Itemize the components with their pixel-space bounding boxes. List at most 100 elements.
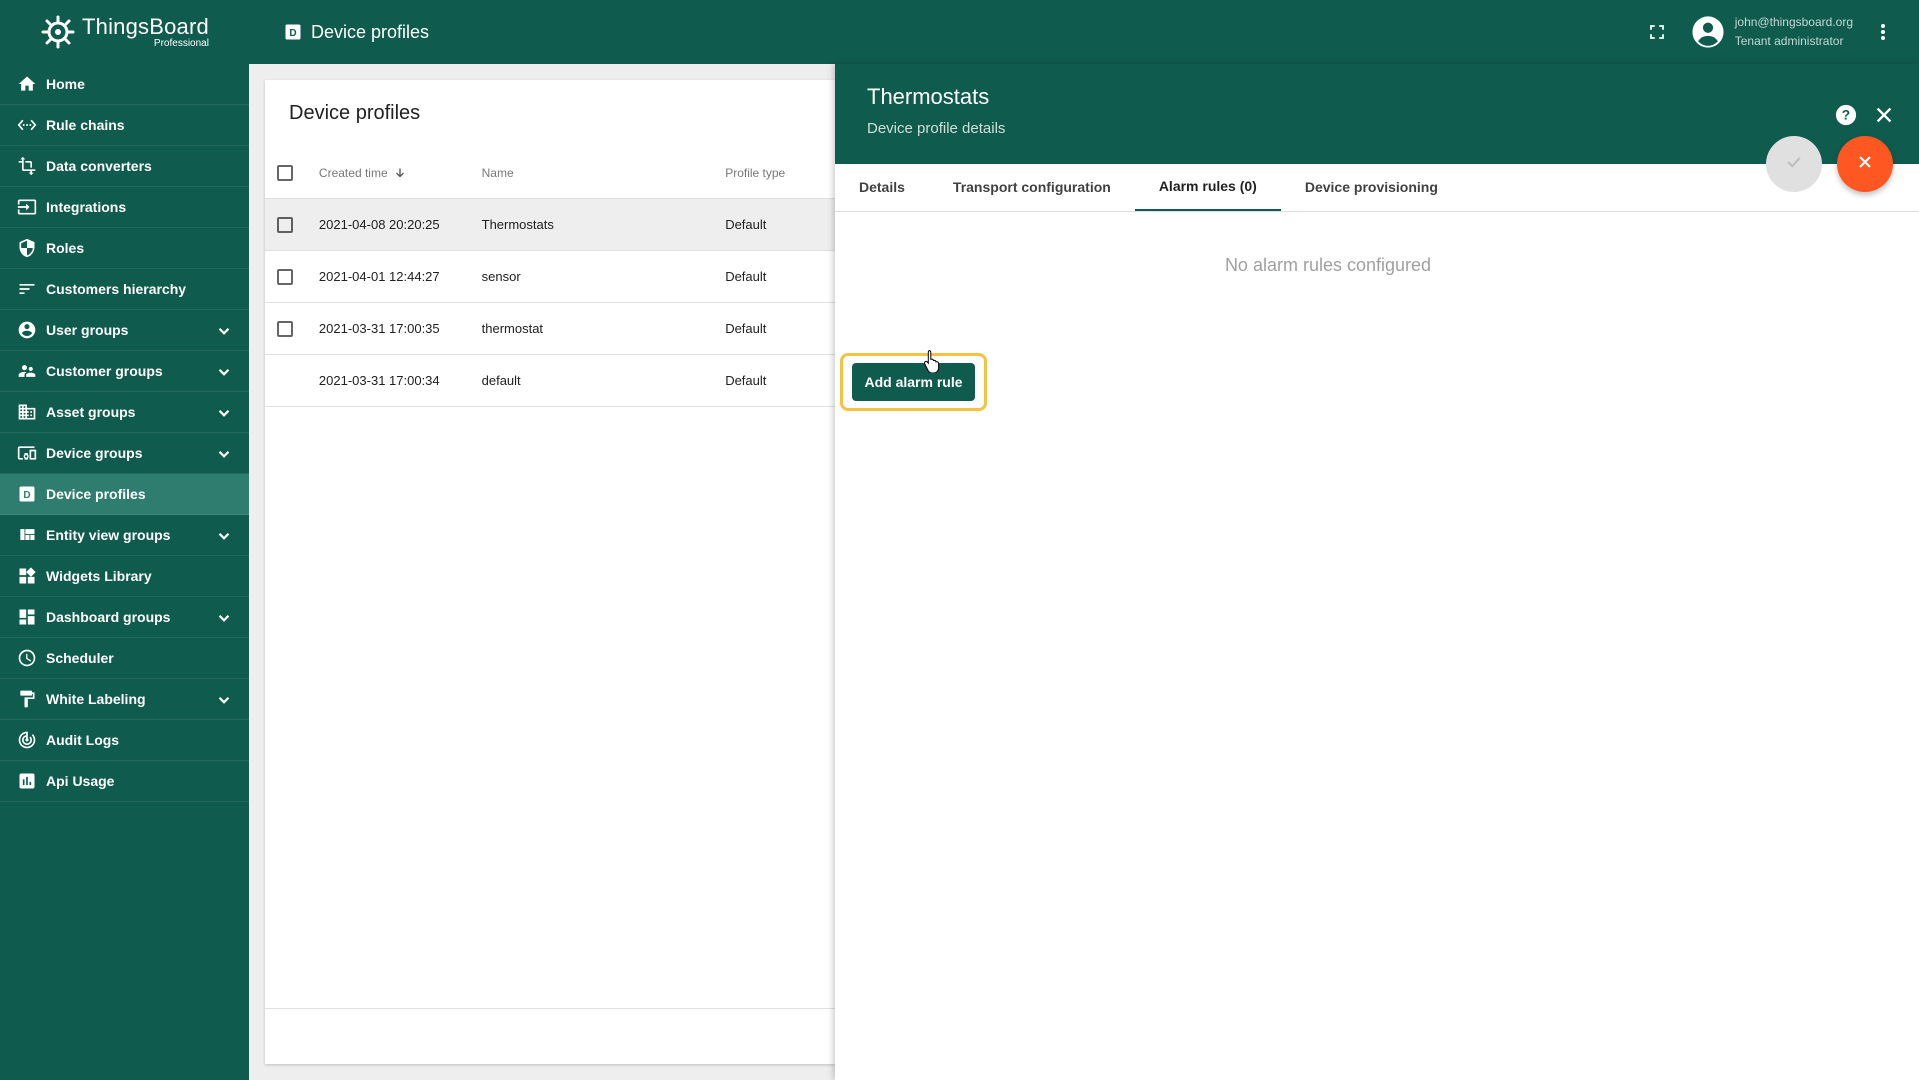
sidebar: ThingsBoard Professional Home Rule chains… [0, 0, 249, 1080]
chevron-down-icon[interactable] [215, 527, 233, 545]
sidebar-item-device-groups[interactable]: Device groups [0, 433, 249, 474]
sidebar-item-user-groups[interactable]: User groups [0, 310, 249, 351]
details-subtitle: Device profile details [867, 120, 1006, 137]
add-alarm-rule-button[interactable]: Add alarm rule [852, 363, 975, 401]
sidebar-menu: Home Rule chains Data converters Integratio… [0, 64, 249, 802]
sidebar-item-entity-view-groups[interactable]: Entity view groups [0, 515, 249, 556]
sort-icon [16, 278, 38, 300]
column-profile-type[interactable]: Profile type [725, 166, 835, 180]
sidebar-item-roles[interactable]: Roles [0, 228, 249, 269]
sidebar-item-label: Roles [46, 240, 85, 256]
chevron-down-icon[interactable] [215, 404, 233, 422]
sidebar-item-data-converters[interactable]: Data converters [0, 146, 249, 187]
table-header: Created time Name Profile type [265, 148, 835, 199]
sidebar-item-customers-hierarchy[interactable]: Customers hierarchy [0, 269, 249, 310]
table-row[interactable]: 2021-03-31 17:00:35 thermostat Default [265, 303, 835, 355]
sidebar-item-label: Integrations [46, 199, 127, 215]
user-role: Tenant administrator [1734, 34, 1844, 48]
security-icon [16, 237, 38, 259]
device-profiles-list: Device profiles Created time Name Profil… [265, 80, 835, 1064]
chevron-down-icon[interactable] [215, 609, 233, 627]
svg-text:?: ? [1842, 108, 1850, 123]
table-row[interactable]: 2021-04-01 12:44:27 sensor Default [265, 251, 835, 303]
fullscreen-icon[interactable] [1645, 20, 1669, 44]
chevron-down-icon[interactable] [215, 363, 233, 381]
row-checkbox[interactable] [277, 268, 293, 285]
details-tabs: Details Transport configuration Alarm rule… [835, 164, 1919, 212]
cell-created-time: 2021-04-08 20:20:25 [318, 217, 440, 232]
sidebar-item-device-profiles[interactable]: D Device profiles [0, 474, 249, 515]
format-paint-icon [16, 688, 38, 710]
column-created-time[interactable]: Created time [319, 166, 482, 180]
account-circle-icon [16, 319, 38, 341]
sidebar-item-audit-logs[interactable]: Audit Logs [0, 720, 249, 761]
input-icon [16, 196, 38, 218]
arrow-downward-icon [394, 167, 406, 179]
home-icon [16, 73, 38, 95]
sidebar-item-label: Entity view groups [46, 527, 171, 543]
svg-text:D: D [23, 490, 30, 501]
help-icon[interactable]: ? [1835, 104, 1857, 131]
devices-other-icon [16, 442, 38, 464]
sidebar-item-rule-chains[interactable]: Rule chains [0, 105, 249, 146]
sidebar-item-label: Device profiles [46, 486, 146, 502]
cell-created-time: 2021-04-01 12:44:27 [318, 269, 440, 284]
sidebar-item-label: Scheduler [46, 650, 114, 666]
schedule-icon [16, 647, 38, 669]
sidebar-item-label: Device groups [46, 445, 143, 461]
cell-name: default [481, 373, 521, 388]
sidebar-item-label: Audit Logs [46, 732, 120, 748]
sidebar-item-label: User groups [46, 322, 129, 338]
row-checkbox[interactable] [277, 320, 293, 337]
column-created-label: Created time [318, 166, 388, 180]
sidebar-item-asset-groups[interactable]: Asset groups [0, 392, 249, 433]
insert-chart-icon [16, 770, 38, 792]
cell-profile-type: Default [725, 217, 767, 232]
chevron-down-icon[interactable] [215, 445, 233, 463]
sidebar-item-customer-groups[interactable]: Customer groups [0, 351, 249, 392]
apply-changes-button[interactable] [1766, 136, 1822, 192]
cell-name: sensor [481, 269, 521, 284]
tab-details[interactable]: Details [835, 163, 929, 211]
close-icon[interactable] [1873, 104, 1895, 131]
sidebar-item-label: Home [46, 76, 85, 92]
sidebar-item-label: Widgets Library [46, 568, 152, 584]
sidebar-item-integrations[interactable]: Integrations [0, 187, 249, 228]
table-row[interactable]: 2021-04-08 20:20:25 Thermostats Default [265, 199, 835, 251]
tab-alarm-rules-0[interactable]: Alarm rules (0) [1134, 163, 1281, 211]
close-icon [1855, 152, 1875, 177]
add-alarm-rule-highlight: Add alarm rule [840, 353, 987, 411]
list-title: Device profiles [289, 102, 421, 124]
sidebar-item-label: White Labeling [46, 691, 146, 707]
sidebar-item-dashboard-groups[interactable]: Dashboard groups [0, 597, 249, 638]
cell-name: Thermostats [481, 217, 554, 232]
sidebar-item-label: Dashboard groups [46, 609, 171, 625]
sidebar-item-api-usage[interactable]: Api Usage [0, 761, 249, 802]
tab-transport-configuration[interactable]: Transport configuration [929, 163, 1135, 211]
table-row[interactable]: 2021-03-31 17:00:34 default Default [265, 355, 835, 407]
sidebar-item-white-labeling[interactable]: White Labeling [0, 679, 249, 720]
details-title: Thermostats [867, 84, 990, 109]
column-name[interactable]: Name [482, 166, 726, 180]
page-title: Device profiles [311, 21, 430, 42]
track-changes-icon [16, 729, 38, 751]
device-profile-icon: D [16, 483, 38, 505]
sidebar-item-label: Data converters [46, 158, 152, 174]
more-vert-icon[interactable] [1871, 20, 1895, 44]
select-all-checkbox[interactable] [277, 165, 293, 181]
cell-profile-type: Default [725, 321, 767, 336]
cancel-edit-button[interactable] [1837, 136, 1893, 192]
account-circle-icon[interactable] [1691, 15, 1725, 49]
chevron-down-icon[interactable] [215, 322, 233, 340]
sidebar-item-label: Customers hierarchy [46, 281, 187, 297]
hand-pointer-cursor-icon [923, 349, 941, 374]
tab-device-provisioning[interactable]: Device provisioning [1281, 163, 1462, 211]
sidebar-item-widgets-library[interactable]: Widgets Library [0, 556, 249, 597]
logo-name: ThingsBoard [82, 13, 209, 39]
user-info[interactable]: john@thingsboard.org Tenant administrato… [1735, 13, 1853, 51]
chevron-down-icon[interactable] [215, 691, 233, 709]
sidebar-item-home[interactable]: Home [0, 64, 249, 105]
row-checkbox[interactable] [277, 216, 293, 233]
logo[interactable]: ThingsBoard Professional [0, 0, 249, 64]
sidebar-item-scheduler[interactable]: Scheduler [0, 638, 249, 679]
